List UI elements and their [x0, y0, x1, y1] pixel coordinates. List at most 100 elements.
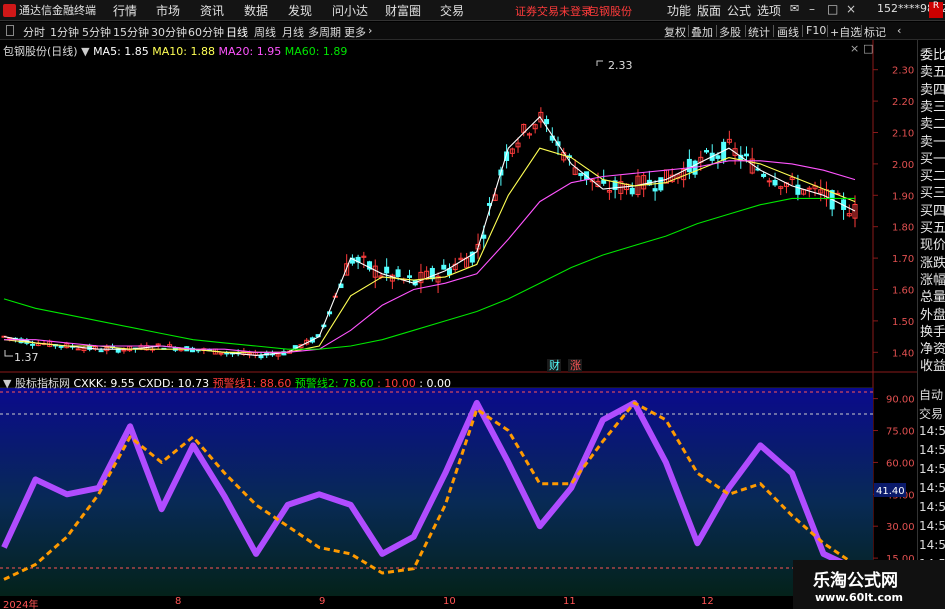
- chevron-right-icon[interactable]: ›: [368, 24, 372, 37]
- menu-item-gongshi[interactable]: 公式: [727, 2, 751, 19]
- period-5min[interactable]: 5分钟: [82, 24, 111, 40]
- period-monthly[interactable]: 月线: [282, 24, 304, 40]
- login-status[interactable]: 证券交易未登录: [515, 3, 592, 19]
- limit-up-marker-label: 涨: [570, 359, 581, 372]
- indicator-tick-label: 60.00: [886, 458, 915, 469]
- candle-body: [384, 266, 390, 274]
- tool-tongji[interactable]: 统计: [748, 24, 770, 40]
- chart-nav-icon[interactable]: [6, 25, 14, 36]
- period-30min[interactable]: 30分钟: [151, 24, 187, 40]
- restore-icon[interactable]: R: [929, 2, 943, 18]
- indicator-axis: 90.0075.0060.0045.0030.0015.00: [873, 395, 915, 565]
- sidebar-label: 收益: [920, 359, 945, 375]
- sidebar2-label: 交易: [919, 407, 944, 421]
- period-15min[interactable]: 15分钟: [113, 24, 149, 40]
- menu-item-zixun[interactable]: 资讯: [200, 2, 224, 19]
- sidebar-label: 现价: [920, 238, 945, 254]
- menu-item-faxian[interactable]: 发现: [288, 2, 312, 19]
- candle-body: [761, 173, 767, 177]
- indicator-menu-icon[interactable]: ▼: [3, 377, 11, 390]
- high-price-label: 2.33: [608, 59, 633, 72]
- candle-body: [98, 350, 104, 353]
- menu-item-wenxiaoda[interactable]: 问小达: [332, 2, 368, 19]
- app-logo-icon: [3, 4, 16, 17]
- ma60-legend: MA60: 1.89: [284, 45, 348, 58]
- sidebar-label: 总量: [920, 290, 945, 306]
- date-label: 10: [443, 596, 456, 607]
- pane-close-icon[interactable]: ×: [850, 42, 859, 55]
- menu-item-shuju[interactable]: 数据: [244, 2, 268, 19]
- price-tick-label: 1.90: [892, 191, 914, 202]
- sidebar-label: 卖二: [920, 117, 945, 133]
- legend-toggle-icon[interactable]: ▼: [81, 45, 89, 58]
- candle-body: [395, 269, 401, 277]
- main-legend: 包钢股份(日线) ▼ MA5: 1.85 MA10: 1.88 MA20: 1.…: [3, 43, 347, 59]
- candle-body: [766, 180, 772, 183]
- top-stock-name: 包钢股份: [588, 5, 632, 18]
- sidebar-label: 委比: [920, 48, 945, 63]
- menu-item-shichang[interactable]: 市场: [156, 2, 180, 19]
- main-chart-area[interactable]: [0, 40, 873, 372]
- indicator-legend: ▼ 股标指标网 CXKK: 9.55 CXDD: 10.73 预警线1: 88.…: [3, 375, 451, 391]
- app-title: 通达信金融终端: [19, 4, 96, 17]
- pane-maximize-icon[interactable]: □: [863, 42, 873, 55]
- candle-body: [218, 352, 224, 355]
- period-multi[interactable]: 多周期: [308, 24, 341, 40]
- watermark-line1: 乐淘公式网: [813, 571, 898, 591]
- period-60min[interactable]: 60分钟: [188, 24, 224, 40]
- tool-zixuan[interactable]: +自选: [830, 24, 861, 40]
- candle-body: [407, 275, 413, 278]
- period-fenshi[interactable]: 分时: [23, 24, 45, 40]
- tool-f10[interactable]: F10: [806, 24, 826, 37]
- tool-fuquan[interactable]: 复权: [664, 24, 686, 40]
- candle-body: [258, 354, 264, 359]
- menu-item-jiaoyi[interactable]: 交易: [440, 2, 464, 19]
- period-toolbar: 分时 1分钟 5分钟 15分钟 30分钟 60分钟 日线 周线 月线 多周期 更…: [0, 22, 945, 40]
- period-more[interactable]: 更多: [344, 24, 366, 40]
- sidebar-label: 买四: [920, 203, 945, 219]
- candle-body: [481, 234, 487, 239]
- sidebar-label: 买一: [920, 151, 945, 167]
- price-tick-label: 2.00: [892, 160, 914, 171]
- tool-duogu[interactable]: 多股: [719, 24, 741, 40]
- menu-item-gongneng[interactable]: 功能: [667, 2, 691, 19]
- toolbar-divider: [827, 25, 828, 37]
- tool-biaoji[interactable]: 标记: [864, 24, 886, 40]
- sidebar-label: 买三: [920, 186, 945, 202]
- menu-item-hangqing[interactable]: 行情: [113, 2, 137, 19]
- v1-legend: : 10.00: [377, 377, 416, 390]
- candle-body: [652, 188, 658, 192]
- tool-diejia[interactable]: 叠加: [691, 24, 713, 40]
- candle-body: [629, 187, 635, 195]
- close-icon[interactable]: ×: [846, 2, 856, 16]
- sidebar-label: 卖四: [920, 82, 945, 98]
- sidebar2-label: 14:56: [919, 481, 945, 495]
- candle-body: [441, 264, 447, 270]
- cxdd-legend: CXDD: 10.73: [138, 377, 210, 390]
- indicator-name[interactable]: 股标指标网: [15, 377, 70, 390]
- period-1min[interactable]: 1分钟: [50, 24, 79, 40]
- maximize-icon[interactable]: □: [827, 2, 838, 16]
- sidebar-label: 卖三: [920, 99, 945, 115]
- warn1-legend: 预警线1: 88.60: [212, 377, 292, 390]
- stock-charts[interactable]: 2.30 2.20 2.10 2.00 1.90 1.80 1.70 1.60 1.50 1.40…: [0, 40, 917, 596]
- ma20-legend: MA20: 1.95: [218, 45, 282, 58]
- period-weekly[interactable]: 周线: [254, 24, 276, 40]
- tool-huaxian[interactable]: 画线: [777, 24, 799, 40]
- candle-body: [743, 153, 749, 157]
- menu-item-xuanxiang[interactable]: 选项: [757, 2, 781, 19]
- toolbar-divider: [802, 25, 803, 37]
- period-daily[interactable]: 日线: [226, 24, 248, 40]
- candle-body: [601, 179, 607, 184]
- toolbar-expand-icon[interactable]: ‹: [897, 24, 901, 37]
- price-tick-label: 1.40: [892, 348, 914, 359]
- stock-name[interactable]: 包钢股份(日线): [3, 45, 78, 58]
- message-icon[interactable]: ✉: [790, 2, 799, 15]
- indicator-tick-label: 90.00: [886, 395, 915, 406]
- toolbar-divider: [716, 25, 717, 37]
- menu-item-caifuquan[interactable]: 财富圈: [385, 2, 421, 19]
- candle-body: [795, 184, 801, 195]
- toolbar-divider: [745, 25, 746, 37]
- minimize-icon[interactable]: –: [809, 2, 815, 16]
- menu-item-banmian[interactable]: 版面: [697, 2, 721, 19]
